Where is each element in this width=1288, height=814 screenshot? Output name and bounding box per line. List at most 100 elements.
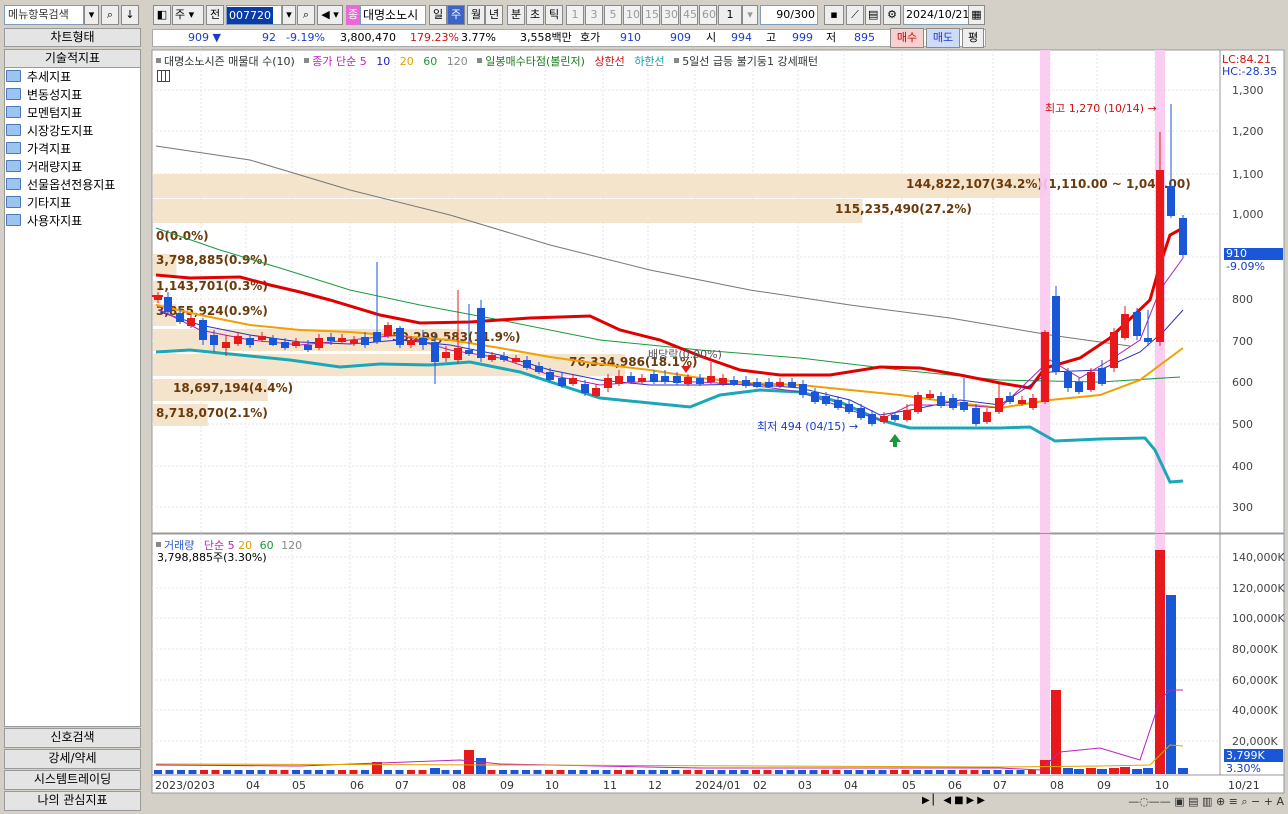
tech-indicators-header[interactable]: 기술적지표: [4, 49, 141, 68]
volume-profile-band: [153, 199, 863, 223]
date-input[interactable]: 2024/10/21: [903, 5, 969, 25]
period-select[interactable]: 주 ▾: [172, 5, 204, 25]
sell-button[interactable]: 매도: [926, 28, 960, 48]
period-button-4[interactable]: 년: [485, 5, 503, 25]
period-button-3[interactable]: 월: [467, 5, 485, 25]
settings-gear-icon[interactable]: ⚙: [883, 5, 901, 25]
volume-bar: [936, 770, 944, 774]
period-button-1[interactable]: 일: [429, 5, 447, 25]
date-axis-label: 06: [948, 779, 962, 792]
code-dropdown-button[interactable]: ▾: [282, 5, 296, 25]
candle-body: [581, 384, 589, 393]
volume-profile-label: 18,697,194(4.4%): [173, 381, 293, 395]
price-legend: 대명소노시즌 매물대 수(10) 종가 단순 5 10 20 60 120 일봉…: [156, 53, 818, 68]
candle-body: [199, 320, 207, 340]
calendar-icon[interactable]: ▦: [968, 5, 985, 25]
stock-badge: 종: [346, 5, 360, 25]
indicator-folder-3[interactable]: 모멘텀지표: [6, 105, 82, 122]
current-volume-tag: 3,799K: [1224, 749, 1283, 762]
period-button-2[interactable]: 주: [447, 5, 465, 25]
sidebar-bottom-button-1[interactable]: 신호검색: [4, 728, 141, 748]
volume-bar: [832, 770, 841, 774]
candle-body: [730, 380, 738, 385]
indicator-folder-8[interactable]: 기타지표: [6, 195, 71, 212]
indicator-folder-2[interactable]: 변동성지표: [6, 87, 82, 104]
interval-button-5[interactable]: 5: [604, 5, 622, 25]
volume-bar: [924, 770, 933, 774]
candle-body: [868, 414, 876, 424]
candle-body: [811, 392, 819, 402]
eval-button[interactable]: 평: [962, 28, 984, 48]
indicator-folder-label: 가격지표: [27, 142, 72, 156]
indicator-folder-1[interactable]: 추세지표: [6, 69, 71, 86]
scroll-controls[interactable]: ▶▏◀■▶▶: [922, 795, 985, 809]
indicator-folder-9[interactable]: 사용자지표: [6, 213, 82, 230]
stock-code-input[interactable]: 007720: [226, 5, 282, 25]
sidebar-bottom-button-3[interactable]: 시스템트레이딩: [4, 770, 141, 790]
chart-layout-icon[interactable]: ◧: [153, 5, 171, 25]
interval-button-30[interactable]: 30: [661, 5, 679, 25]
volume-profile-band: [153, 254, 177, 276]
draw-tool-icon[interactable]: ⟋: [846, 5, 864, 25]
download-icon[interactable]: ↓: [121, 5, 139, 25]
sound-icon[interactable]: ◀ ▾: [317, 5, 343, 25]
signal-highlight: [1040, 50, 1050, 533]
candle-body: [1064, 372, 1072, 388]
indicator-folder-6[interactable]: 거래량지표: [6, 159, 82, 176]
interval-button-45[interactable]: 45: [680, 5, 698, 25]
count-input[interactable]: 90/300: [760, 5, 818, 25]
custom-interval-dropdown[interactable]: ▾: [742, 5, 758, 25]
chart-type-icon[interactable]: ▪: [824, 5, 844, 25]
period-button-7[interactable]: 틱: [545, 5, 563, 25]
volume-bar: [1016, 770, 1025, 774]
candle-body: [164, 297, 172, 312]
indicator-folder-4[interactable]: 시장강도지표: [6, 123, 93, 140]
volume-bar: [890, 770, 898, 774]
volume-axis-label: 60,000K: [1232, 674, 1278, 687]
buy-button[interactable]: 매수: [890, 28, 924, 48]
search-icon[interactable]: ⌕: [101, 5, 119, 25]
stock-name-field[interactable]: 대명소노시: [360, 5, 426, 25]
sidebar-bottom-button-2[interactable]: 강세/약세: [4, 749, 141, 769]
interval-button-15[interactable]: 15: [642, 5, 660, 25]
candle-body: [465, 350, 473, 354]
quote-price: 909 ▼: [188, 31, 221, 44]
sidebar-bottom-button-4[interactable]: 나의 관심지표: [4, 791, 141, 811]
period-button-5[interactable]: 분: [507, 5, 525, 25]
save-icon[interactable]: ▤: [865, 5, 881, 25]
volume-bar: [982, 770, 990, 774]
volume-bar: [487, 770, 496, 774]
candle-body: [880, 416, 888, 422]
interval-button-1[interactable]: 1: [566, 5, 584, 25]
zoom-controls[interactable]: —◌—— ▣ ▤ ▥ ⊕ ≡ ⌕ − + A: [988, 795, 1284, 809]
quote-change: 92: [262, 31, 276, 44]
folder-icon: [6, 70, 21, 82]
indicator-folder-5[interactable]: 가격지표: [6, 141, 71, 158]
date-axis-label: 05: [292, 779, 306, 792]
indicator-folder-7[interactable]: 선물옵션전용지표: [6, 177, 115, 194]
interval-button-60[interactable]: 60: [699, 5, 717, 25]
candle-body: [512, 358, 520, 362]
period-button-6[interactable]: 초: [526, 5, 544, 25]
candle-body: [535, 366, 543, 372]
interval-button-3[interactable]: 3: [585, 5, 603, 25]
volume-bar: [1028, 770, 1036, 774]
candle-body: [661, 376, 669, 382]
volume-bar: [660, 770, 668, 774]
candle-body: [960, 402, 968, 410]
date-axis-label: 09: [500, 779, 514, 792]
prev-button[interactable]: 전: [206, 5, 224, 25]
menu-search-input[interactable]: 메뉴항목검색: [4, 5, 84, 25]
candle-body: [269, 338, 277, 345]
interval-button-10[interactable]: 10: [623, 5, 641, 25]
signal-highlight: [1155, 534, 1165, 775]
table-view-icon[interactable]: [157, 70, 170, 82]
candle-body: [914, 395, 922, 412]
ma5-line: [159, 257, 1184, 421]
quote-low-label: 저: [826, 31, 837, 44]
chart-type-button[interactable]: 차트형태: [4, 28, 141, 47]
custom-interval-input[interactable]: 1: [718, 5, 742, 25]
stock-chart[interactable]: 144,822,107(34.2%)(1,110.00 ~ 1,049.00) 1…: [0, 0, 1288, 814]
code-search-icon[interactable]: ⌕: [297, 5, 315, 25]
menu-search-dropdown-button[interactable]: ▾: [84, 5, 99, 25]
